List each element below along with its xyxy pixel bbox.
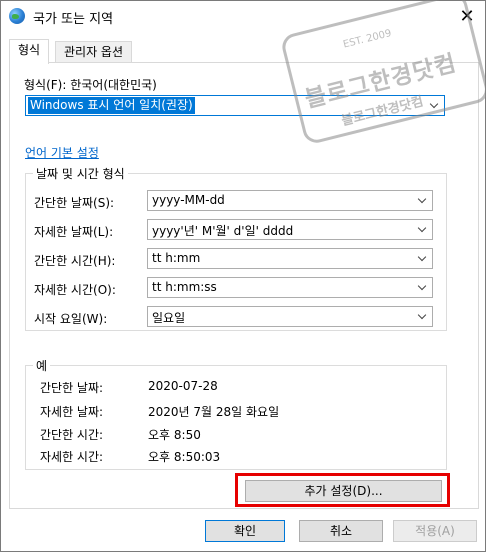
additional-settings-button[interactable]: 추가 설정(D)... <box>245 480 442 502</box>
chevron-down-icon <box>415 220 432 239</box>
example-long-date-label: 자세한 날짜: <box>40 405 104 419</box>
example-long-time-label: 자세한 시간: <box>40 450 104 464</box>
apply-button[interactable]: 적용(A) <box>393 520 477 542</box>
example-short-time-label: 간단한 시간: <box>40 428 104 442</box>
language-preferences-link[interactable]: 언어 기본 설정 <box>25 144 99 161</box>
tab-admin-options[interactable]: 관리자 옵션 <box>55 41 133 63</box>
first-day-value: 일요일 <box>152 311 186 325</box>
long-time-label: 자세한 시간(O): <box>34 283 116 297</box>
short-time-select[interactable]: tt h:mm <box>147 248 433 269</box>
long-time-value: tt h:mm:ss <box>152 280 217 294</box>
examples-group-title: 예 <box>33 357 51 374</box>
long-time-select[interactable]: tt h:mm:ss <box>147 277 433 298</box>
short-time-value: tt h:mm <box>152 251 201 265</box>
format-label: 형식(F): 한국어(대한민국) <box>24 78 157 92</box>
window-title: 국가 또는 지역 <box>33 12 114 27</box>
example-short-date-label: 간단한 날짜: <box>40 381 104 395</box>
globe-icon <box>9 8 25 24</box>
example-short-time-value: 오후 8:50 <box>148 428 201 442</box>
cancel-button[interactable]: 취소 <box>299 520 383 542</box>
first-day-select[interactable]: 일요일 <box>147 306 433 327</box>
short-time-label: 간단한 시간(H): <box>34 254 116 268</box>
example-long-time-value: 오후 8:50:03 <box>148 450 221 464</box>
date-time-group-title: 날짜 및 시간 형식 <box>33 165 128 182</box>
region-dialog: 국가 또는 지역 ✕ 형식 관리자 옵션 형식(F): 한국어(대한민국) Wi… <box>0 0 486 552</box>
long-date-select[interactable]: yyyy'년' M'월' d'일' dddd <box>147 219 433 240</box>
short-date-select[interactable]: yyyy-MM-dd <box>147 190 433 211</box>
short-date-label: 간단한 날짜(S): <box>34 196 115 210</box>
short-date-value: yyyy-MM-dd <box>152 193 225 207</box>
ok-button[interactable]: 확인 <box>205 520 285 542</box>
example-short-date-value: 2020-07-28 <box>148 379 218 393</box>
format-tab-panel: 형식(F): 한국어(대한민국) Windows 표시 언어 일치(권장) 언어… <box>9 62 479 509</box>
format-select-value: Windows 표시 언어 일치(권장) <box>28 97 195 114</box>
chevron-down-icon <box>415 191 432 210</box>
chevron-down-icon <box>415 307 432 326</box>
tab-format[interactable]: 형식 <box>9 39 50 64</box>
examples-group: 예 간단한 날짜: 2020-07-28 자세한 날짜: 2020년 7월 28… <box>25 357 447 470</box>
date-time-format-group: 날짜 및 시간 형식 간단한 날짜(S): yyyy-MM-dd 자세한 날짜(… <box>25 165 447 331</box>
long-date-value: yyyy'년' M'월' d'일' dddd <box>152 224 294 238</box>
first-day-label: 시작 요일(W): <box>34 312 108 326</box>
long-date-label: 자세한 날짜(L): <box>34 225 114 239</box>
chevron-down-icon <box>415 249 432 268</box>
example-long-date-value: 2020년 7월 28일 화요일 <box>148 405 280 419</box>
chevron-down-icon <box>415 278 432 297</box>
